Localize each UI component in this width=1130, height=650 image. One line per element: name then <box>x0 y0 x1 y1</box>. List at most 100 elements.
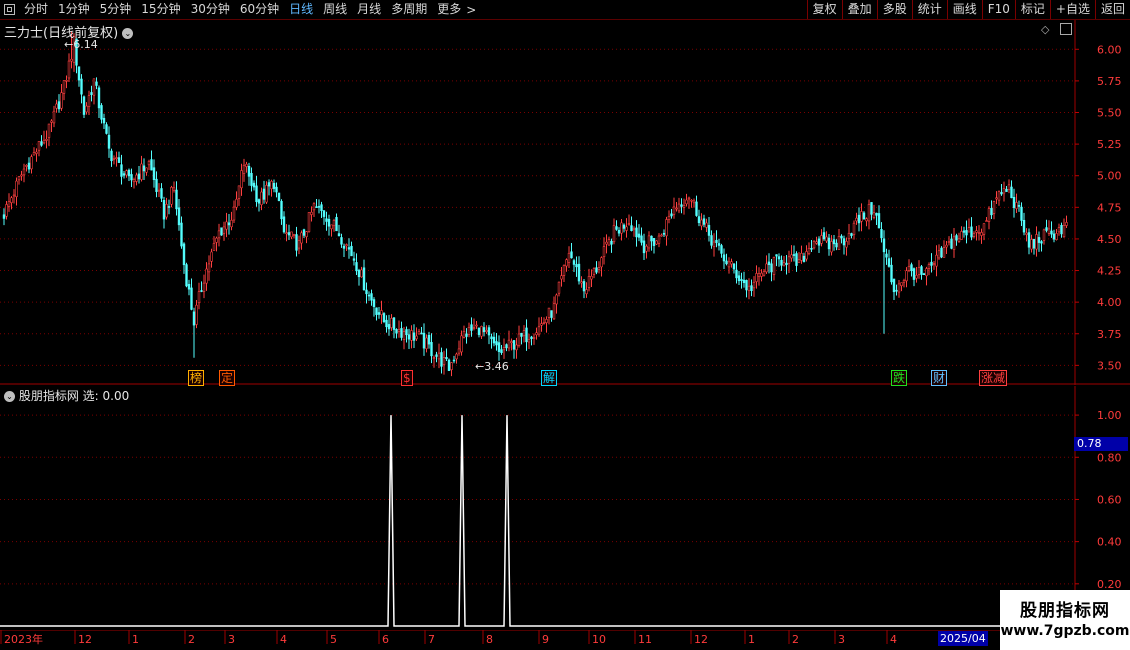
menu-icon[interactable] <box>4 4 15 15</box>
candle-body <box>92 78 96 96</box>
candle-body <box>237 185 241 199</box>
candle-body <box>127 169 131 177</box>
period-tab-10[interactable]: 更多 <box>432 0 466 19</box>
chevron-down-icon[interactable]: ⌄ <box>4 391 15 402</box>
candle-body <box>475 324 478 327</box>
period-tab-6[interactable]: 日线 <box>284 0 318 19</box>
toolbar-button-1[interactable]: 叠加 <box>841 0 877 19</box>
toolbar-button-7[interactable]: +自选 <box>1049 0 1095 19</box>
candle-body <box>727 261 731 268</box>
event-tag-1[interactable]: 定 <box>219 370 236 386</box>
chevron-down-icon[interactable]: ⌄ <box>122 28 134 39</box>
event-tag-2[interactable]: $ <box>401 370 413 386</box>
indicator-chart[interactable]: 1.00 0.80 0.60 0.40 0.20 <box>0 386 1130 630</box>
candle-body <box>1050 230 1053 235</box>
candle-body <box>490 336 493 340</box>
candle-body <box>905 270 908 282</box>
event-tag-6[interactable]: 涨减 <box>979 370 1008 386</box>
period-tab-5[interactable]: 60分钟 <box>235 0 284 19</box>
event-tag-0[interactable]: 榜 <box>188 370 205 386</box>
candle-body <box>465 333 468 337</box>
candle-body <box>592 268 596 275</box>
candle-body <box>910 264 913 272</box>
candle-body <box>382 313 386 322</box>
event-tag-4[interactable]: 跌 <box>891 370 908 386</box>
candle-body <box>215 237 218 243</box>
candle-body <box>612 225 616 243</box>
candle-body <box>927 264 931 269</box>
candle-body <box>287 232 291 236</box>
candle-body <box>667 215 671 220</box>
candle-body <box>787 256 791 264</box>
candle-body <box>747 285 751 291</box>
diamond-icon[interactable]: ◇ <box>1041 23 1049 36</box>
candle-body <box>1040 241 1043 244</box>
price-tick-label: 3.50 <box>1097 359 1122 372</box>
candle-body <box>957 238 961 242</box>
candle-body <box>77 66 81 81</box>
candlestick-chart[interactable]: 6.00 5.75 5.50 5.25 5.00 4.75 4.50 4.25 4.00 3.75… <box>0 20 1130 385</box>
signal-line <box>0 415 1075 627</box>
candle-body <box>852 222 856 235</box>
candle-body <box>797 259 801 263</box>
period-tab-9[interactable]: 多周期 <box>386 0 432 19</box>
candle-body <box>625 226 628 231</box>
arrow-left-icon: ← <box>64 38 74 51</box>
candle-body <box>205 268 208 284</box>
candle-body <box>775 254 778 257</box>
toolbar-button-8[interactable]: 返回 <box>1094 0 1130 19</box>
price-tick-label: 4.75 <box>1097 201 1122 214</box>
toolbar-button-0[interactable]: 复权 <box>806 0 842 19</box>
candle-body <box>432 357 436 359</box>
candle-body <box>487 327 491 336</box>
candle-body <box>407 334 411 340</box>
candle-body <box>410 330 413 341</box>
candle-body <box>250 172 253 186</box>
period-tab-1[interactable]: 1分钟 <box>53 0 95 19</box>
panel-toggle-icon[interactable] <box>1060 23 1072 35</box>
period-tab-0[interactable]: 分时 <box>19 0 53 19</box>
candle-body <box>860 211 863 222</box>
candle-body <box>900 282 903 286</box>
event-tag-3[interactable]: 解 <box>541 370 558 386</box>
candle-body <box>540 323 543 326</box>
candle-body <box>70 58 73 62</box>
candle-body <box>52 110 56 124</box>
toolbar-button-4[interactable]: 画线 <box>946 0 982 19</box>
candle-body <box>917 267 921 275</box>
candle-body <box>642 240 646 254</box>
candle-body <box>147 161 151 166</box>
candle-body <box>255 185 258 202</box>
candle-body <box>140 163 143 180</box>
candle-body <box>60 92 63 109</box>
toolbar-button-2[interactable]: 多股 <box>876 0 912 19</box>
candle-body <box>47 123 51 138</box>
candle-body <box>370 293 373 301</box>
candle-body <box>10 197 13 203</box>
chevron-right-icon[interactable]: > <box>466 3 476 17</box>
candle-body <box>335 217 338 232</box>
candle-body <box>420 332 423 335</box>
candle-body <box>682 205 686 208</box>
candle-body <box>542 322 546 324</box>
candle-body <box>585 289 588 295</box>
candle-body <box>312 203 316 211</box>
candle-body <box>767 261 771 265</box>
date-label: 3 <box>838 633 845 646</box>
period-tab-8[interactable]: 月线 <box>352 0 386 19</box>
candle-body <box>930 261 933 266</box>
period-tab-2[interactable]: 5分钟 <box>95 0 137 19</box>
event-tag-5[interactable]: 财 <box>931 370 948 386</box>
period-tab-4[interactable]: 30分钟 <box>186 0 235 19</box>
period-tab-7[interactable]: 周线 <box>318 0 352 19</box>
toolbar-button-3[interactable]: 统计 <box>911 0 947 19</box>
candle-body <box>695 201 698 216</box>
date-label: 2023年 <box>4 632 43 646</box>
toolbar-button-5[interactable]: F10 <box>981 0 1015 19</box>
candle-body <box>232 206 236 221</box>
toolbar-button-6[interactable]: 标记 <box>1014 0 1050 19</box>
period-tab-3[interactable]: 15分钟 <box>136 0 185 19</box>
candle-body <box>920 266 923 275</box>
candle-body <box>387 324 391 330</box>
candle-body <box>615 226 618 230</box>
